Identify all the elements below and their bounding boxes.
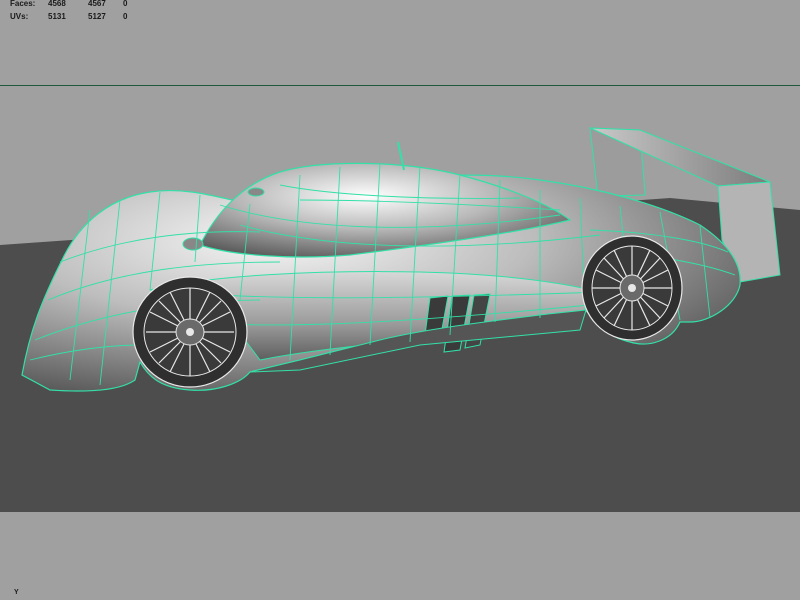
view-axis-indicator: Y <box>14 589 19 596</box>
hud-label: UVs: <box>10 12 29 21</box>
hud-value-selected: 5127 <box>88 12 106 21</box>
scene-canvas[interactable] <box>0 0 800 600</box>
front-wheel <box>132 276 248 388</box>
hud-value-selected: 4567 <box>88 0 106 8</box>
rear-wheel <box>581 235 683 341</box>
hud-label: Faces: <box>10 0 36 8</box>
hud-value-components: 0 <box>123 0 128 8</box>
3d-viewport[interactable]: Faces: 4568 4567 0 UVs: 5131 5127 0 Y <box>0 0 800 600</box>
roof-scoop <box>247 187 265 197</box>
hud-value-object: 4568 <box>48 0 66 8</box>
hud-value-object: 5131 <box>48 12 66 21</box>
side-mirror <box>182 237 204 251</box>
hud-value-components: 0 <box>123 12 128 21</box>
